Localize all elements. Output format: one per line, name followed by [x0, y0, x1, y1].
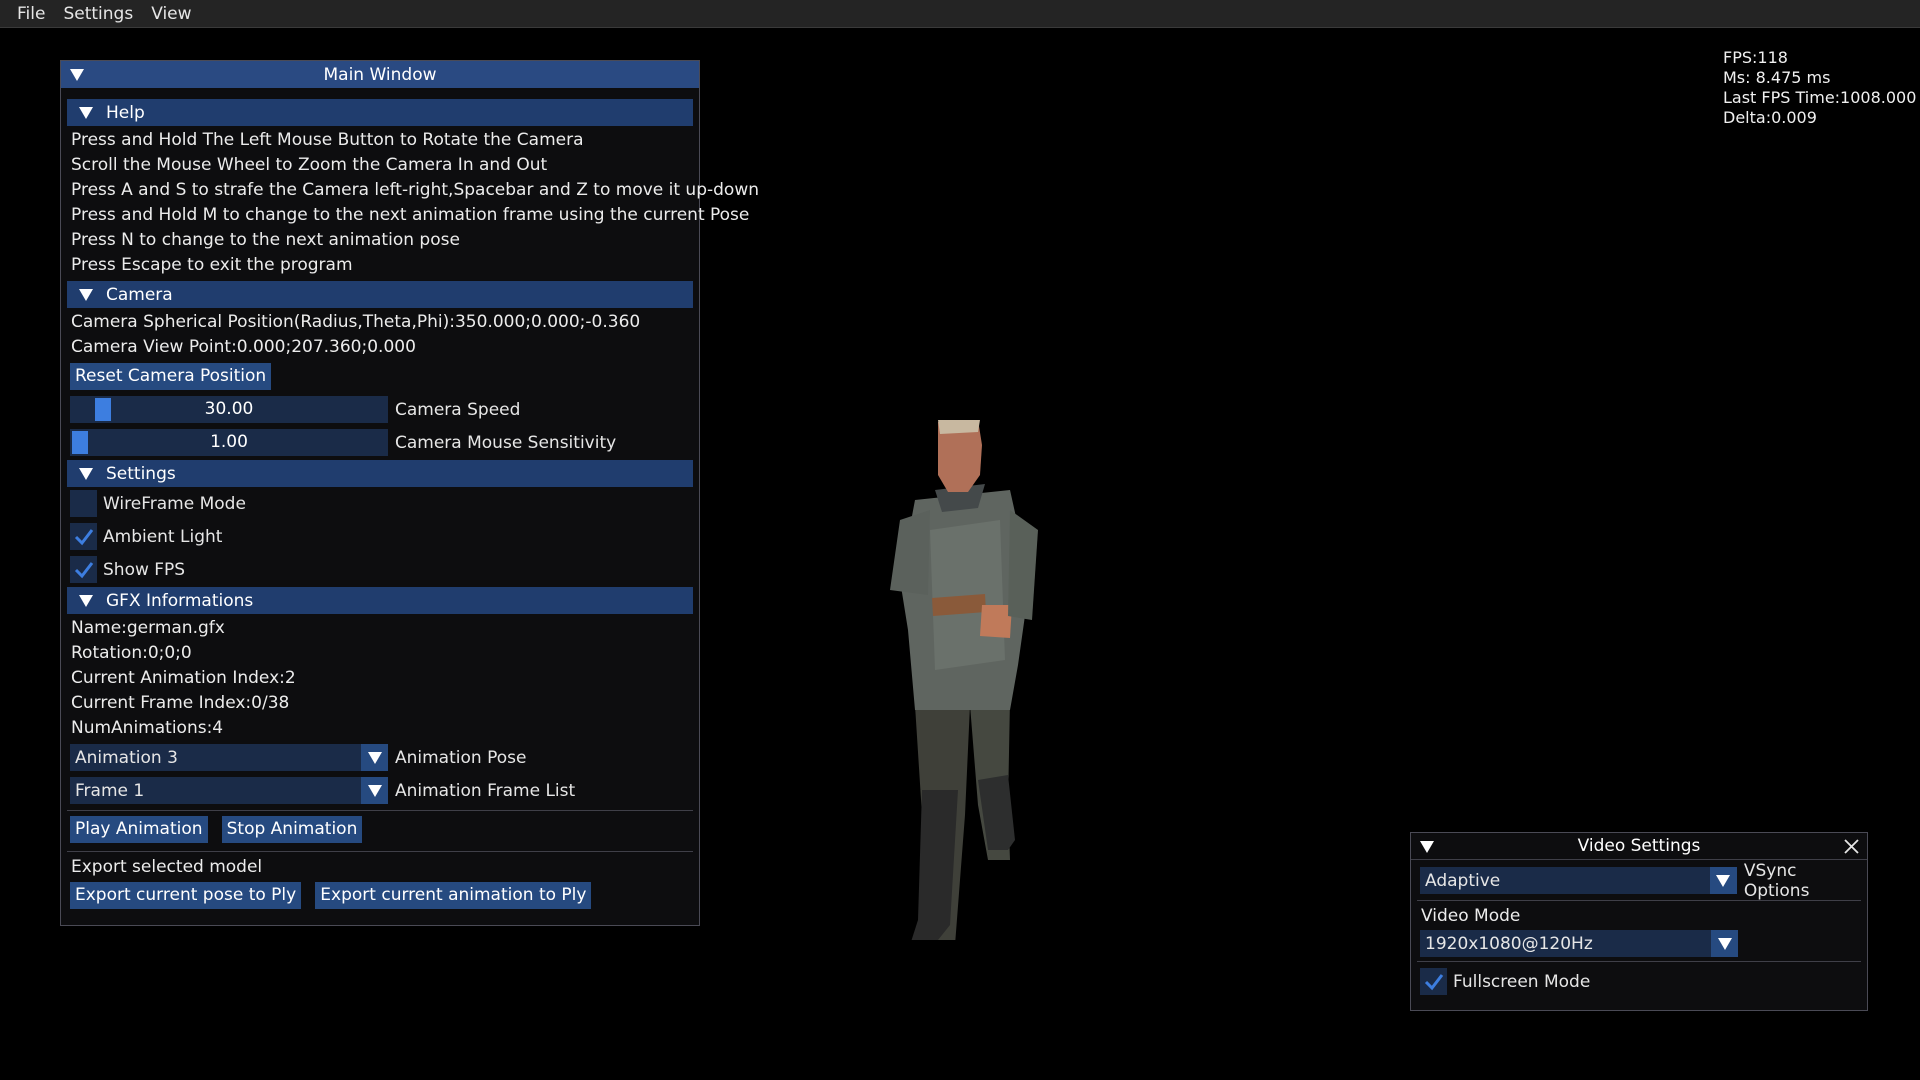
camera-header[interactable]: Camera [67, 281, 693, 308]
dropdown-arrow-icon[interactable] [1711, 930, 1738, 957]
animation-pose-label: Animation Pose [395, 747, 527, 768]
camera-sensitivity-label: Camera Mouse Sensitivity [395, 432, 617, 453]
expand-arrow-icon [79, 594, 93, 607]
collapse-arrow-icon[interactable] [1420, 841, 1434, 853]
main-window-title-bar[interactable]: Main Window [61, 61, 699, 88]
camera-sensitivity-value: 1.00 [210, 432, 248, 452]
animation-frame-value: Frame 1 [75, 780, 145, 801]
animation-pose-combo[interactable]: Animation 3 [70, 744, 388, 771]
help-header[interactable]: Help [67, 99, 693, 126]
camera-speed-value: 30.00 [204, 399, 254, 419]
show-fps-label: Show FPS [103, 559, 186, 580]
separator [1417, 961, 1861, 962]
animation-pose-value: Animation 3 [75, 747, 178, 768]
vsync-label: VSync Options [1743, 860, 1810, 901]
stop-animation-button[interactable]: Stop Animation [221, 816, 363, 843]
show-fps-checkbox[interactable] [70, 556, 97, 583]
vsync-combo[interactable]: Adaptive [1420, 867, 1737, 894]
gfx-rotation: Rotation:0;0;0 [71, 643, 192, 663]
export-animation-button[interactable]: Export current animation to Ply [315, 882, 592, 909]
check-icon [74, 561, 93, 578]
collapse-arrow-icon[interactable] [70, 69, 84, 81]
slider-grab[interactable] [95, 398, 111, 421]
fps-overlay: FPS:118 Ms: 8.475 ms Last FPS Time:1008.… [1723, 48, 1916, 128]
ms-readout: Ms: 8.475 ms [1723, 68, 1831, 87]
help-line: Press A and S to strafe the Camera left-… [71, 180, 760, 200]
camera-speed-slider[interactable]: 30.00 [70, 396, 388, 423]
main-window-title: Main Window [323, 64, 437, 85]
expand-arrow-icon [79, 106, 93, 119]
gfx-header[interactable]: GFX Informations [67, 587, 693, 614]
help-line: Scroll the Mouse Wheel to Zoom the Camer… [71, 155, 548, 175]
help-header-label: Help [106, 102, 145, 123]
video-settings-title-bar[interactable]: Video Settings [1411, 833, 1867, 860]
dropdown-arrow-icon[interactable] [361, 744, 388, 771]
settings-header[interactable]: Settings [67, 460, 693, 487]
video-mode-label: Video Mode [1421, 906, 1521, 926]
close-icon[interactable] [1844, 839, 1859, 854]
gfx-name: Name:german.gfx [71, 618, 225, 638]
main-window: Main Window Help Press and Hold The Left… [60, 60, 760, 926]
character-model [890, 420, 1038, 940]
ambient-light-label: Ambient Light [103, 526, 223, 547]
fullscreen-checkbox[interactable] [1420, 968, 1447, 995]
menu-bar: File Settings View [0, 0, 1920, 28]
menu-view[interactable]: View [142, 0, 200, 28]
ambient-light-checkbox[interactable] [70, 523, 97, 550]
wireframe-checkbox[interactable] [70, 490, 97, 517]
play-animation-button[interactable]: Play Animation [70, 816, 208, 843]
expand-arrow-icon [79, 288, 93, 301]
separator [67, 810, 693, 811]
camera-sensitivity-slider[interactable]: 1.00 [70, 429, 388, 456]
camera-header-label: Camera [106, 284, 173, 305]
animation-frame-combo[interactable]: Frame 1 [70, 777, 388, 804]
help-line: Press and Hold The Left Mouse Button to … [71, 130, 584, 150]
fullscreen-label: Fullscreen Mode [1453, 971, 1591, 992]
vsync-value: Adaptive [1425, 870, 1501, 891]
gfx-header-label: GFX Informations [106, 590, 254, 611]
camera-spherical-position: Camera Spherical Position(Radius,Theta,P… [71, 312, 641, 332]
export-label: Export selected model [71, 857, 263, 877]
animation-frame-label: Animation Frame List [395, 780, 576, 801]
gfx-animation-index: Current Animation Index:2 [71, 668, 296, 688]
help-line: Press and Hold M to change to the next a… [71, 205, 750, 225]
menu-file[interactable]: File [8, 0, 54, 28]
camera-view-point: Camera View Point:0.000;207.360;0.000 [71, 337, 416, 357]
settings-header-label: Settings [106, 463, 176, 484]
help-line: Press Escape to exit the program [71, 255, 353, 275]
gfx-num-animations: NumAnimations:4 [71, 718, 224, 738]
camera-speed-label: Camera Speed [395, 399, 521, 420]
menu-settings[interactable]: Settings [54, 0, 142, 28]
check-icon [74, 528, 93, 545]
last-fps-time-readout: Last FPS Time:1008.000 [1723, 88, 1917, 107]
expand-arrow-icon [79, 467, 93, 480]
wireframe-label: WireFrame Mode [103, 493, 246, 514]
video-settings-window: Video Settings Adaptive VSync Options Vi… [1410, 832, 1868, 1011]
delta-readout: Delta:0.009 [1723, 108, 1817, 127]
fps-readout: FPS:118 [1723, 48, 1788, 67]
check-icon [1424, 973, 1443, 990]
export-pose-button[interactable]: Export current pose to Ply [70, 882, 302, 909]
video-settings-title: Video Settings [1577, 836, 1701, 856]
video-mode-combo[interactable]: 1920x1080@120Hz [1420, 930, 1738, 957]
help-line: Press N to change to the next animation … [71, 230, 460, 250]
separator [67, 851, 693, 852]
slider-grab[interactable] [72, 431, 88, 454]
reset-camera-button[interactable]: Reset Camera Position [70, 363, 272, 390]
gfx-frame-index: Current Frame Index:0/38 [71, 693, 290, 713]
dropdown-arrow-icon[interactable] [361, 777, 388, 804]
video-mode-value: 1920x1080@120Hz [1425, 933, 1593, 954]
dropdown-arrow-icon[interactable] [1709, 867, 1737, 894]
